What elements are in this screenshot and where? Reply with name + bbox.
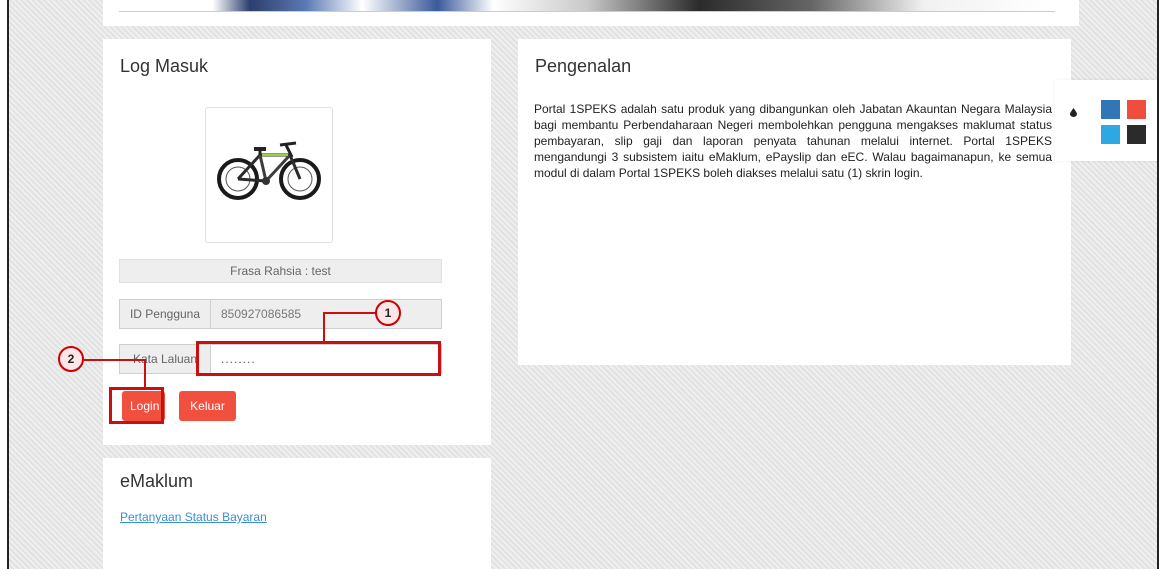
exit-button[interactable]: Keluar [179, 391, 236, 421]
theme-switcher [1055, 80, 1157, 161]
annotation-line-1 [324, 312, 376, 314]
payment-status-link[interactable]: Pertanyaan Status Bayaran [120, 510, 267, 524]
secret-phrase: Frasa Rahsia : test [119, 259, 442, 283]
user-id-label: ID Pengguna [119, 299, 211, 329]
annotation-line-1b [323, 312, 325, 342]
annotation-box-login [109, 387, 164, 424]
login-panel: Log Masuk Frasa Rahsia : test ID Penggun… [103, 39, 491, 445]
theme-swatch-blue[interactable] [1101, 100, 1120, 119]
color-drop-icon[interactable] [1070, 108, 1077, 117]
annotation-badge-2: 2 [58, 346, 84, 372]
login-title: Log Masuk [120, 56, 209, 76]
annotation-line-2b [144, 359, 146, 388]
theme-swatch-light-blue[interactable] [1101, 125, 1120, 144]
page-frame: Log Masuk Frasa Rahsia : test ID Penggun… [7, 0, 1159, 569]
user-id-input[interactable]: 850927086585 [211, 299, 442, 329]
captcha-image [205, 107, 333, 243]
annotation-box-password [196, 341, 441, 376]
annotation-line-2 [84, 359, 146, 361]
bicycle-icon [217, 141, 321, 200]
banner-image [119, 0, 1055, 12]
header-banner [103, 0, 1079, 26]
theme-swatch-red[interactable] [1127, 100, 1146, 119]
intro-title: Pengenalan [535, 56, 632, 76]
emaklum-title: eMaklum [120, 471, 194, 491]
theme-swatch-dark[interactable] [1127, 125, 1146, 144]
intro-text: Portal 1SPEKS adalah satu produk yang di… [534, 102, 1052, 180]
emaklum-panel: eMaklum Pertanyaan Status Bayaran [103, 458, 491, 569]
annotation-badge-1: 1 [375, 300, 401, 326]
intro-panel: Pengenalan Portal 1SPEKS adalah satu pro… [518, 39, 1071, 365]
